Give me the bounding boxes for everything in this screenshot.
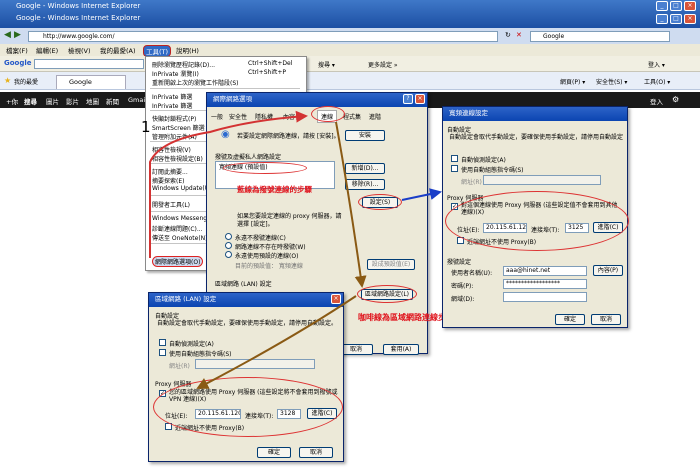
brown-arrow-2 bbox=[196, 295, 357, 389]
annotation-arrows bbox=[149, 110, 442, 389]
blue-arrow bbox=[401, 188, 442, 201]
red-arrow bbox=[149, 110, 308, 258]
brown-arrow-1 bbox=[335, 121, 367, 288]
